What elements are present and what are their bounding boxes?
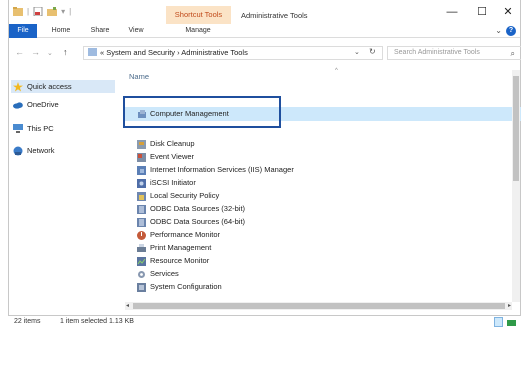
star-icon xyxy=(13,82,23,92)
status-bar: 22 items 1 item selected 1.13 KB xyxy=(0,316,521,330)
sidebar-item-label: Network xyxy=(27,146,55,155)
list-item[interactable]: System Configuration xyxy=(137,281,222,293)
tab-manage[interactable]: Manage xyxy=(175,24,221,38)
list-item[interactable]: Local Security Policy xyxy=(137,190,219,202)
folder-icon[interactable] xyxy=(13,7,23,16)
scroll-right-icon[interactable]: ▸ xyxy=(508,302,511,309)
event-viewer-icon xyxy=(137,152,146,162)
list-item-label: ODBC Data Sources (32-bit) xyxy=(150,204,246,213)
help-icon[interactable]: ? xyxy=(506,26,516,36)
column-header-name[interactable]: Name xyxy=(129,72,149,81)
search-input[interactable]: Search Administrative Tools ⌕ xyxy=(387,46,521,60)
address-dropdown-icon[interactable]: ⌄ xyxy=(354,48,360,56)
printer-icon xyxy=(137,243,146,253)
vertical-scroll-thumb[interactable] xyxy=(513,76,519,181)
address-bar-row: ← → ⌄ ↑ « System and Security › Administ… xyxy=(9,44,521,62)
title-bar: | ▾ | Shortcut Tools Administrative Tool… xyxy=(9,0,520,24)
sidebar-item-label: This PC xyxy=(27,124,54,133)
minimize-button[interactable]: — xyxy=(437,4,467,20)
resource-monitor-icon xyxy=(137,256,146,266)
list-item-label: Disk Cleanup xyxy=(150,139,195,148)
qat-dropdown[interactable]: ▾ xyxy=(61,7,65,16)
qat-separator-2: | xyxy=(69,7,72,16)
list-item-label: Internet Information Services (IIS) Mana… xyxy=(150,165,294,174)
ribbon-tabs: File Home Share View Manage ⌄ ? xyxy=(9,24,520,38)
vertical-scrollbar[interactable] xyxy=(512,70,520,302)
list-item-label: Event Viewer xyxy=(150,152,195,161)
list-item[interactable]: Services xyxy=(137,268,179,280)
refresh-icon[interactable]: ↻ xyxy=(369,47,376,56)
list-item-label: Local Security Policy xyxy=(150,191,220,200)
details-view-button[interactable] xyxy=(494,317,503,327)
breadcrumb[interactable]: System and Security › Administrative Too… xyxy=(106,48,248,57)
iis-manager-icon xyxy=(137,165,146,175)
address-path[interactable]: « System and Security › Administrative T… xyxy=(83,46,383,60)
services-icon xyxy=(137,270,146,279)
iscsi-initiator-icon xyxy=(137,178,146,188)
sidebar-item-this-pc[interactable]: This PC xyxy=(13,122,54,135)
list-item[interactable]: Resource Monitor xyxy=(137,255,209,267)
properties-icon[interactable] xyxy=(33,6,43,17)
list-item[interactable]: ODBC Data Sources (64-bit) xyxy=(137,216,245,228)
tab-home[interactable]: Home xyxy=(45,24,77,38)
system-configuration-icon xyxy=(137,282,146,292)
list-item-label: Resource Monitor xyxy=(150,256,210,265)
list-item-label: Services xyxy=(150,269,179,278)
cloud-icon xyxy=(13,100,23,109)
search-placeholder: Search Administrative Tools xyxy=(394,49,480,56)
qat-separator: | xyxy=(27,7,30,16)
list-item-label: Performance Monitor xyxy=(150,230,221,239)
sidebar-item-quick-access[interactable]: Quick access xyxy=(11,80,115,93)
list-item[interactable]: Print Management xyxy=(137,242,211,254)
network-icon xyxy=(13,146,23,156)
sort-indicator-icon: ^ xyxy=(335,68,338,74)
path-prefix: « xyxy=(100,48,105,57)
list-item-label: Print Management xyxy=(150,243,212,252)
new-folder-icon[interactable] xyxy=(47,7,58,16)
performance-monitor-icon xyxy=(137,230,146,240)
explorer-window: | ▾ | Shortcut Tools Administrative Tool… xyxy=(8,0,521,316)
tab-file[interactable]: File xyxy=(9,24,37,38)
search-icon[interactable]: ⌕ xyxy=(511,48,515,60)
list-item[interactable]: Event Viewer xyxy=(137,151,194,163)
odbc-icon xyxy=(137,204,146,214)
sidebar-item-label: OneDrive xyxy=(27,100,59,109)
sidebar-item-label: Quick access xyxy=(27,82,72,91)
computer-icon xyxy=(13,124,23,133)
up-button[interactable]: ↑ xyxy=(63,47,68,57)
quick-access-toolbar: | ▾ | xyxy=(13,6,72,17)
sidebar-item-onedrive[interactable]: OneDrive xyxy=(13,98,59,111)
forward-button[interactable]: → xyxy=(31,47,40,57)
security-policy-icon xyxy=(137,191,146,201)
list-item[interactable]: ODBC Data Sources (32-bit) xyxy=(137,203,245,215)
control-panel-icon xyxy=(88,48,97,56)
horizontal-scrollbar[interactable]: ◂ ▸ xyxy=(125,302,512,310)
list-item-label: System Configuration xyxy=(150,282,222,291)
list-item[interactable]: Performance Monitor xyxy=(137,229,220,241)
tab-view[interactable]: View xyxy=(121,24,151,38)
recent-locations-button[interactable]: ⌄ xyxy=(47,49,53,57)
back-button[interactable]: ← xyxy=(15,47,24,57)
list-item-label: iSCSI Initiator xyxy=(150,178,196,187)
expand-ribbon-icon[interactable]: ⌄ xyxy=(495,24,502,38)
tab-share[interactable]: Share xyxy=(85,24,115,38)
odbc-icon xyxy=(137,217,146,227)
navigation-pane: Quick access OneDrive This PC Network xyxy=(9,72,121,302)
selection-info: 1 item selected 1.13 KB xyxy=(60,318,134,325)
sidebar-item-network[interactable]: Network xyxy=(13,144,55,157)
horizontal-scroll-thumb[interactable] xyxy=(133,303,505,309)
item-count: 22 items xyxy=(14,318,41,325)
list-item-label: ODBC Data Sources (64-bit) xyxy=(150,217,246,226)
selection-highlight-box xyxy=(123,96,281,128)
scroll-left-icon[interactable]: ◂ xyxy=(126,302,129,309)
window-title: Administrative Tools xyxy=(241,11,308,20)
close-button[interactable]: ✕ xyxy=(493,4,521,20)
disk-cleanup-icon xyxy=(137,139,146,149)
list-item[interactable]: Disk Cleanup xyxy=(137,138,195,150)
large-icons-view-button[interactable] xyxy=(507,320,516,326)
shortcut-tools-context-tab: Shortcut Tools xyxy=(166,6,231,24)
list-item[interactable]: Internet Information Services (IIS) Mana… xyxy=(137,164,294,176)
list-item[interactable]: iSCSI Initiator xyxy=(137,177,196,189)
